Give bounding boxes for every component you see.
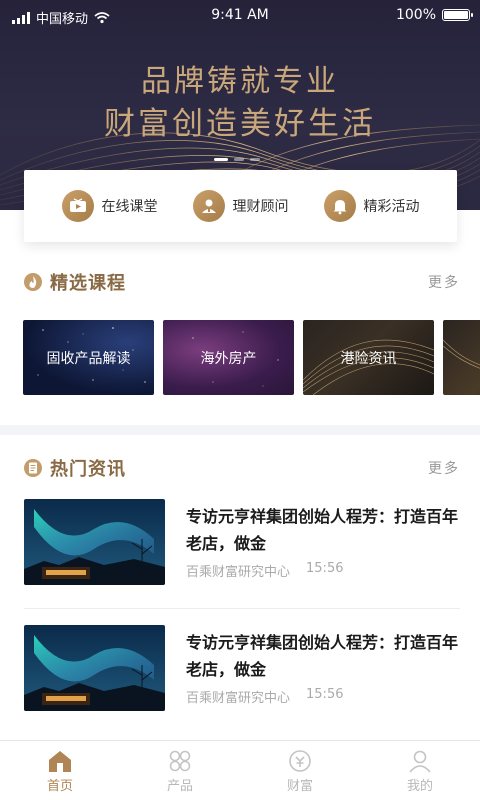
course-card[interactable]: 固收产品解读 (23, 320, 154, 395)
aurora-image (24, 625, 165, 711)
advisor-icon (192, 190, 225, 222)
news-section-header: 热门资讯 更多 (24, 454, 460, 482)
news-headline: 专访元亨祥集团创始人程芳：打造百年老店，做金 (186, 507, 459, 553)
news-thumbnail (24, 499, 165, 585)
battery-icon (442, 9, 473, 21)
courses-more-link[interactable]: 更多 (428, 272, 460, 292)
section-title: 热门资讯 (50, 459, 126, 480)
pagination-dot[interactable] (250, 158, 260, 161)
tab-wealth[interactable]: 财富 (240, 741, 360, 800)
status-bar: 中国移动 9:41 AM 100% (0, 0, 480, 32)
tab-label: 财富 (286, 779, 313, 794)
aurora-image (24, 499, 165, 585)
tab-label: 首页 (46, 779, 73, 794)
news-item[interactable]: 专访元亨祥集团创始人程芳：打造百年老店，做金 百乘财富研究中心 15:56 (24, 625, 460, 725)
courses-section-header: 精选课程 更多 (24, 268, 460, 296)
news-source: 百乘财富研究中心 (186, 565, 291, 580)
tab-label: 我的 (406, 779, 433, 794)
home-icon (49, 751, 71, 772)
news-thumbnail (24, 625, 165, 711)
gold-lines-image (443, 339, 480, 369)
video-class-icon (61, 190, 94, 222)
tab-products[interactable]: 产品 (120, 741, 240, 800)
news-headline: 专访元亨祥集团创始人程芳：打造百年老店，做金 (186, 633, 459, 679)
banner-pagination[interactable] (214, 158, 260, 161)
course-title: 固收产品解读 (46, 350, 131, 367)
news-item[interactable]: 专访元亨祥集团创始人程芳：打造百年老店，做金 百乘财富研究中心 15:56 (24, 499, 460, 599)
products-icon (169, 750, 191, 772)
news-time: 15:56 (306, 561, 344, 576)
news-more-link[interactable]: 更多 (428, 458, 460, 478)
quick-links-card: 在线课堂 理财顾问 精彩活动 (24, 170, 457, 242)
quick-link-label: 在线课堂 (101, 199, 158, 215)
news-meta: 百乘财富研究中心 15:56 (186, 561, 343, 580)
course-carousel[interactable]: 固收产品解读 海外房产 港险资讯 (23, 320, 480, 395)
quick-link-advisor[interactable]: 理财顾问 (192, 190, 289, 222)
tab-label: 产品 (166, 779, 193, 794)
profile-icon (409, 750, 431, 773)
news-meta: 百乘财富研究中心 15:56 (186, 687, 343, 706)
quick-link-events[interactable]: 精彩活动 (323, 190, 420, 222)
course-title: 海外房产 (200, 350, 257, 367)
tab-home[interactable]: 首页 (0, 741, 120, 800)
course-card[interactable]: 海外房产 (163, 320, 294, 395)
battery-percent: 100% (395, 7, 436, 23)
quick-link-label: 理财顾问 (232, 199, 289, 215)
wealth-icon (289, 750, 311, 772)
course-title: 港险资讯 (340, 350, 397, 367)
quick-link-online-class[interactable]: 在线课堂 (61, 190, 158, 222)
pagination-dot[interactable] (214, 158, 228, 161)
bottom-tab-bar: 首页 产品 财富 我的 (0, 740, 480, 800)
flame-icon (24, 273, 42, 291)
course-card[interactable]: 港险资讯 (303, 320, 434, 395)
section-title: 精选课程 (50, 273, 126, 294)
course-card[interactable] (443, 320, 480, 395)
bell-icon (323, 190, 356, 222)
news-source: 百乘财富研究中心 (186, 691, 291, 706)
banner-slogan-line1: 品牌铸就专业 (141, 64, 339, 99)
banner-slogan-line2: 财富创造美好生活 (104, 106, 376, 142)
list-divider (24, 608, 460, 609)
section-divider (0, 425, 480, 435)
pagination-dot[interactable] (234, 158, 244, 161)
news-doc-icon (24, 459, 42, 477)
quick-link-label: 精彩活动 (363, 199, 420, 215)
tab-profile[interactable]: 我的 (360, 741, 480, 800)
news-time: 15:56 (306, 687, 344, 702)
